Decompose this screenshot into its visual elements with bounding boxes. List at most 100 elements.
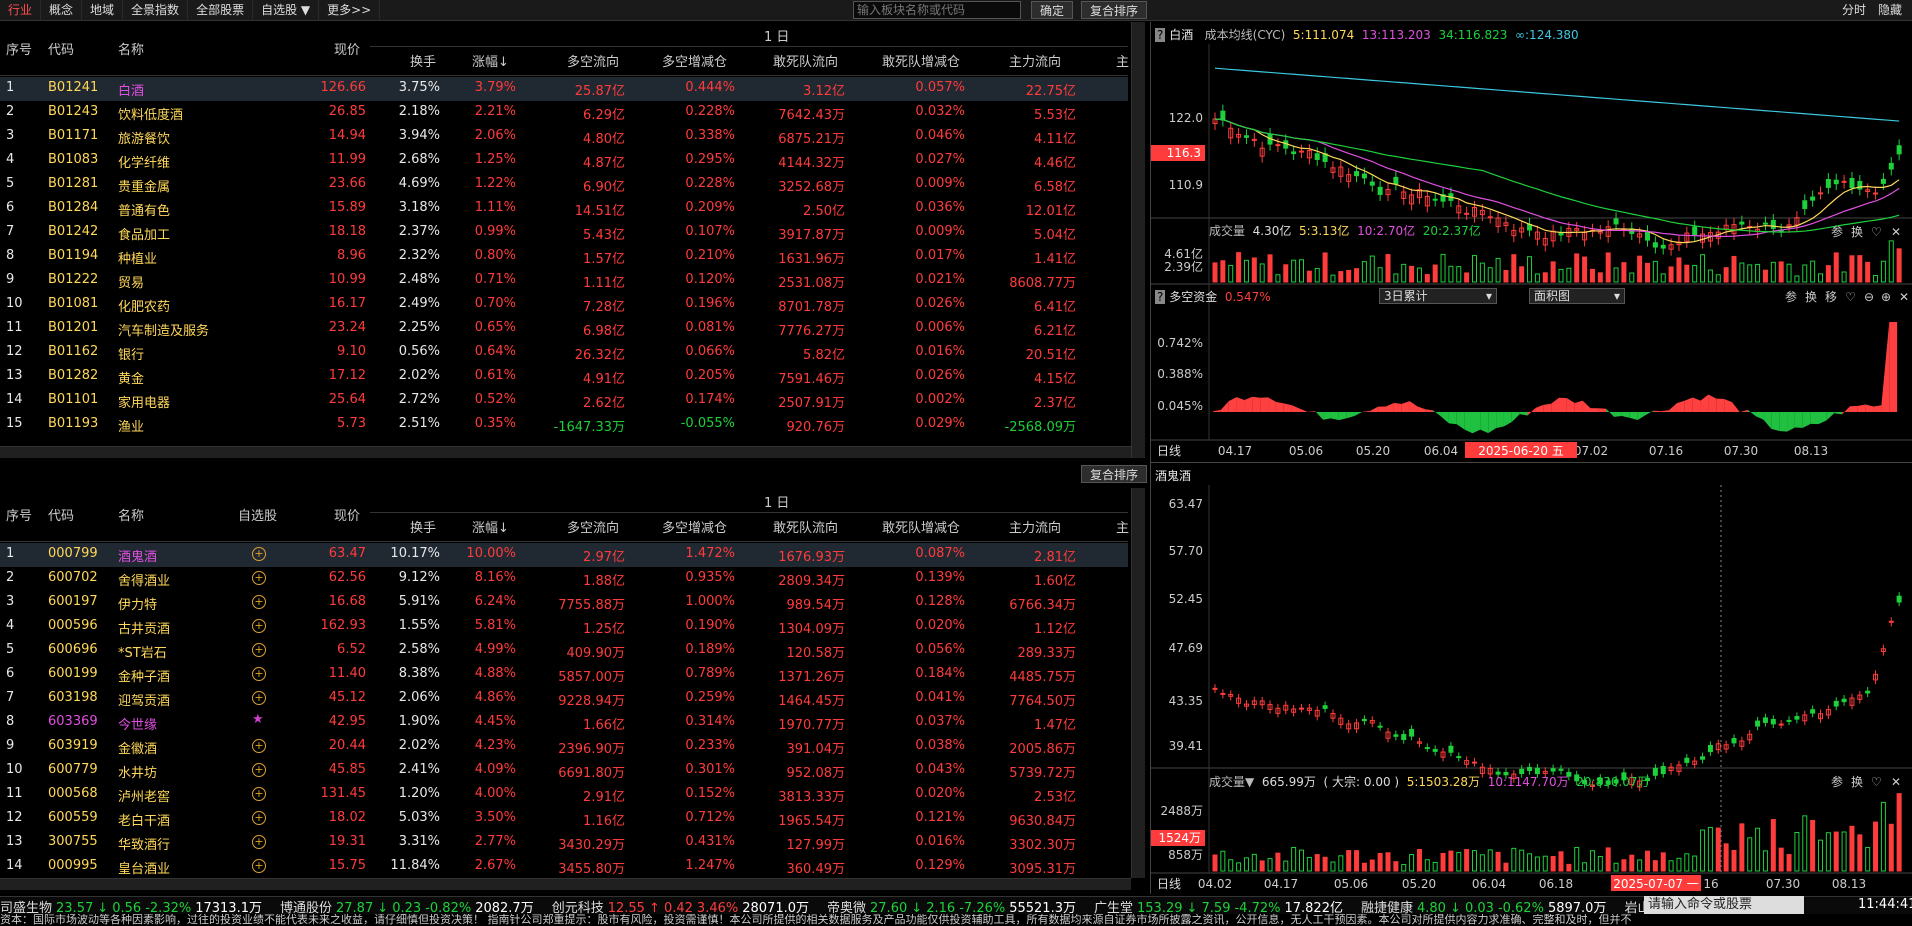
table-row[interactable]: 12 600559 老白干酒 18.02 5.03% 3.50% 1.16亿 0.712% 19…	[0, 807, 1128, 831]
col-flow[interactable]: 多空流向	[567, 51, 619, 70]
table-row[interactable]: 15 B01193 渔业 5.73 2.51% 0.35% -1647.33万 -0.055%…	[0, 413, 1128, 437]
timeshare-button[interactable]: 分时	[1842, 1, 1866, 19]
table-row[interactable]: 6 B01284 普通有色 15.89 3.18% 1.11% 14.51亿 0.209% 2.…	[0, 197, 1128, 221]
hide-button[interactable]: 隐藏	[1878, 1, 1902, 19]
table-row[interactable]: 9 603919 金徽酒 20.44 2.02% 4.23% 2396.90万 0.233% 3…	[0, 735, 1128, 759]
table-row[interactable]: 14 000995 皇台酒业 15.75 11.84% 2.67% 3455.80万 1.24…	[0, 855, 1128, 879]
flow-style-select[interactable]: 面积图 ▾	[1529, 288, 1625, 304]
ticker-item[interactable]: 博通股份 27.87 ↓ 0.23 -0.82% 2082.7万	[280, 901, 538, 914]
col-dare[interactable]: 敢死队流向	[773, 51, 838, 70]
ticker-item[interactable]: 创元科技 12.55 ↑ 0.42 3.46% 28071.0万	[552, 901, 813, 914]
table-row[interactable]: 10 600779 水井坊 45.85 2.41% 4.09% 6691.80万 0.301%…	[0, 759, 1128, 783]
add-watch-icon[interactable]: +	[252, 547, 266, 561]
cell-turnover: 2.41%	[398, 762, 440, 777]
add-watch-icon[interactable]: +	[252, 667, 266, 681]
table-row[interactable]: 10 B01081 化肥农药 16.17 2.49% 0.70% 7.28亿 0.196% 87…	[0, 293, 1128, 317]
table-row[interactable]: 5 600696 *ST岩石 6.52 2.58% 4.99% 409.90万 0.189% 1…	[0, 639, 1128, 663]
col-turnover[interactable]: 换手	[410, 51, 436, 70]
command-input[interactable]: 请输入命令或股票	[1644, 896, 1804, 914]
table-row[interactable]: 12 B01162 银行 9.10 0.56% 0.64% 26.32亿 0.066% 5.82…	[0, 341, 1128, 365]
table-row[interactable]: 13 300755 华致酒行 19.31 3.31% 2.77% 3430.29万 0.431…	[0, 831, 1128, 855]
tab-4[interactable]: 全部股票	[188, 0, 254, 21]
col-price[interactable]: 现价	[334, 39, 360, 58]
col-dare-pct[interactable]: 敢死队增减仓	[882, 51, 960, 70]
table-row[interactable]: 8 B01194 种植业 8.96 2.32% 0.80% 1.57亿 0.210% 1631.…	[0, 245, 1128, 269]
tab-0[interactable]: 行业	[0, 0, 42, 21]
col-dare[interactable]: 敢死队流向	[773, 517, 838, 536]
compound-sort-button[interactable]: 复合排序	[1081, 1, 1148, 19]
ticker-item[interactable]: 司盛生物 23.57 ↓ 0.56 -2.32% 17313.1万	[0, 901, 266, 914]
table-row[interactable]: 5 B01281 贵重金属 23.66 4.69% 1.22% 6.90亿 0.228% 325…	[0, 173, 1128, 197]
col-main[interactable]: 主力流向	[1009, 517, 1061, 536]
add-watch-icon[interactable]: +	[252, 595, 266, 609]
add-watch-icon[interactable]: +	[252, 787, 266, 801]
col-main[interactable]: 主力流向	[1009, 51, 1061, 70]
tab-2[interactable]: 地域	[82, 0, 124, 21]
table-row[interactable]: 8 603369 今世缘 42.95 1.90% 4.45% 1.66亿 0.314% 1970…	[0, 711, 1128, 735]
table-row[interactable]: 11 000568 泸州老窖 131.45 1.20% 4.00% 2.91亿 0.152% 3…	[0, 783, 1128, 807]
col-flow[interactable]: 多空流向	[567, 517, 619, 536]
tab-1[interactable]: 概念	[41, 0, 83, 21]
table-row[interactable]: 3 600197 伊力特 16.68 5.91% 6.24% 7755.88万 1.000% 9…	[0, 591, 1128, 615]
col-price[interactable]: 现价	[334, 505, 360, 524]
sector-kline-chart[interactable]: 122.0 110.9 116.3 4.61亿 2.39亿 0.742% 0.388% 0.0…	[1150, 22, 1912, 462]
horizontal-scrollbar-2[interactable]	[0, 878, 1131, 890]
table-row[interactable]: 7 603198 迎驾贡酒 45.12 2.06% 4.86% 9228.94万 0.259%…	[0, 687, 1128, 711]
vertical-scrollbar-2[interactable]	[1131, 488, 1145, 878]
add-watch-icon[interactable]: +	[252, 835, 266, 849]
vertical-scrollbar[interactable]	[1131, 22, 1145, 458]
col-seq[interactable]: 序号	[6, 39, 32, 58]
table-row[interactable]: 9 B01222 贸易 10.99 2.48% 0.71% 1.11亿 0.120% 2531.…	[0, 269, 1128, 293]
tab-5[interactable]: 自选股 ▼	[253, 0, 320, 21]
compound-sort-button-2[interactable]: 复合排序	[1081, 465, 1148, 483]
tab-6[interactable]: 更多>>	[319, 0, 381, 21]
table-row[interactable]: 13 B01282 黄金 17.12 2.02% 0.61% 4.91亿 0.205% 7591…	[0, 365, 1128, 389]
table-row[interactable]: 3 B01171 旅游餐饮 14.94 3.94% 2.06% 4.80亿 0.338% 687…	[0, 125, 1128, 149]
add-watch-icon[interactable]: +	[252, 811, 266, 825]
horizontal-scrollbar[interactable]	[0, 446, 1131, 458]
star-icon[interactable]: ★	[252, 712, 266, 727]
col-extra[interactable]: 主	[1116, 517, 1129, 536]
add-watch-icon[interactable]: +	[252, 739, 266, 753]
col-seq[interactable]: 序号	[6, 505, 32, 524]
volume-bar	[1786, 263, 1792, 283]
add-watch-icon[interactable]: +	[252, 619, 266, 633]
col-flow-pct[interactable]: 多空增减仓	[662, 517, 727, 536]
col-extra[interactable]: 主	[1116, 51, 1129, 70]
confirm-button[interactable]: 确定	[1031, 1, 1074, 19]
col-flow-pct[interactable]: 多空增减仓	[662, 51, 727, 70]
table-row[interactable]: 4 B01083 化学纤维 11.99 2.68% 1.25% 4.87亿 0.295% 414…	[0, 149, 1128, 173]
col-change[interactable]: 涨幅↓	[472, 517, 509, 536]
table-row[interactable]: 14 B01101 家用电器 25.64 2.72% 0.52% 2.62亿 0.174% 25…	[0, 389, 1128, 413]
help-icon[interactable]: ?	[1155, 28, 1166, 42]
col-code[interactable]: 代码	[48, 39, 74, 58]
col-name[interactable]: 名称	[118, 505, 144, 524]
block-search-input[interactable]: 输入板块名称或代码	[853, 1, 1021, 19]
flow-period-select[interactable]: 3日累计 ▾	[1379, 288, 1497, 304]
ticker-item[interactable]: 帝奥微 27.60 ↓ 2.16 -7.26% 55521.3万	[827, 901, 1080, 914]
add-watch-icon[interactable]: +	[252, 763, 266, 777]
col-watchlist[interactable]: 自选股	[238, 505, 277, 524]
col-dare-pct[interactable]: 敢死队增减仓	[882, 517, 960, 536]
tab-3[interactable]: 全景指数	[123, 0, 189, 21]
stock-kline-chart[interactable]: 63.47 57.70 52.45 47.69 43.35 39.41 2488万 1524万…	[1150, 462, 1912, 894]
help-icon-2[interactable]: ?	[1155, 290, 1166, 304]
table-row[interactable]: 2 B01243 饮料低度酒 26.85 2.18% 2.21% 6.29亿 0.228% 76…	[0, 101, 1128, 125]
col-change[interactable]: 涨幅↓	[472, 51, 509, 70]
ticker-item[interactable]: 融捷健康 4.80 ↓ 0.03 -0.62% 5897.0万	[1361, 901, 1610, 914]
col-name[interactable]: 名称	[118, 39, 144, 58]
table-row[interactable]: 1 000799 酒鬼酒 63.47 10.17% 10.00% 2.97亿 1.472% 16…	[0, 543, 1128, 567]
table-row[interactable]: 4 000596 古井贡酒 162.93 1.55% 5.81% 1.25亿 0.190% 13…	[0, 615, 1128, 639]
add-watch-icon[interactable]: +	[252, 571, 266, 585]
table-row[interactable]: 11 B01201 汽车制造及服务 23.24 2.25% 0.65% 6.98亿 0.081…	[0, 317, 1128, 341]
col-turnover[interactable]: 换手	[410, 517, 436, 536]
add-watch-icon[interactable]: +	[252, 859, 266, 873]
col-code[interactable]: 代码	[48, 505, 74, 524]
table-row[interactable]: 6 600199 金种子酒 11.40 8.38% 4.88% 5857.00万 0.789%…	[0, 663, 1128, 687]
table-row[interactable]: 2 600702 舍得酒业 62.56 9.12% 8.16% 1.88亿 0.935% 280…	[0, 567, 1128, 591]
table-row[interactable]: 1 B01241 白酒 126.66 3.75% 3.79% 25.87亿 0.444% 3.1…	[0, 77, 1128, 101]
ticker-item[interactable]: 广生堂 153.29 ↓ 7.59 -4.72% 17.822亿	[1094, 901, 1347, 914]
table-row[interactable]: 7 B01242 食品加工 18.18 2.37% 0.99% 5.43亿 0.107% 391…	[0, 221, 1128, 245]
add-watch-icon[interactable]: +	[252, 643, 266, 657]
add-watch-icon[interactable]: +	[252, 691, 266, 705]
